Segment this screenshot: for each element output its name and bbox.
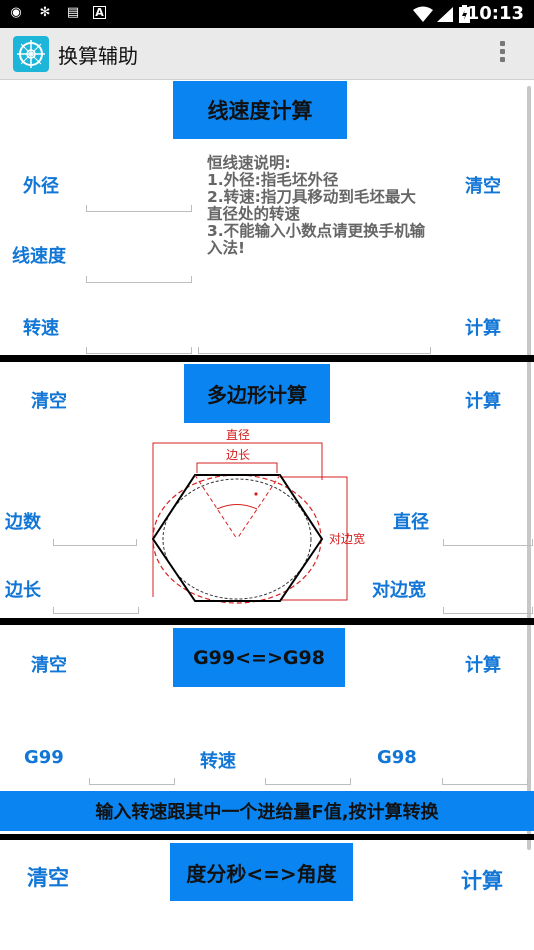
settings-icon: ✻ <box>39 5 51 20</box>
overflow-menu-icon[interactable] <box>496 41 508 67</box>
g99-input[interactable] <box>89 778 175 785</box>
diagram-across-text: 对边宽 <box>329 531 365 546</box>
across-flats-label: 对边宽 <box>372 580 426 601</box>
status-bar: ◉ ✻ ▤ A 10:13 <box>0 0 534 28</box>
sides-label: 边数 <box>5 512 41 533</box>
message-icon: ▤ <box>66 5 80 20</box>
g99-label: G99 <box>24 747 64 768</box>
wifi-icon <box>413 6 433 22</box>
linear-speed-input[interactable] <box>86 276 192 283</box>
g98-input[interactable] <box>442 778 528 785</box>
linear-speed-label: 线速度 <box>12 246 66 267</box>
diameter-label: 直径 <box>393 512 429 533</box>
linear-speed-note: 恒线速说明: 1.外径:指毛坯外径 2.转速:指刀具移动到毛坯最大直径处的转速 … <box>207 154 426 257</box>
dms-calc-button[interactable]: 计算 <box>461 865 503 895</box>
outer-diameter-input[interactable] <box>86 205 192 212</box>
side-length-input[interactable] <box>53 607 139 614</box>
diagram-side-text: 边长 <box>226 448 250 462</box>
polygon-diagram: 直径 边长 对边宽 <box>151 428 365 604</box>
g99-calc-button[interactable]: 计算 <box>465 651 501 677</box>
across-flats-input[interactable] <box>443 607 533 614</box>
g-rpm-label: 转速 <box>200 751 236 772</box>
side-length-label: 边长 <box>5 580 41 601</box>
signal-icon <box>437 7 453 22</box>
section-divider <box>0 618 534 625</box>
a-icon: A <box>93 6 106 19</box>
linear-speed-calc-button[interactable]: 计算 <box>465 314 501 340</box>
polygon-calc-button[interactable]: 计算 <box>465 387 501 413</box>
linear-speed-clear-button[interactable]: 清空 <box>465 172 501 198</box>
scrollbar[interactable] <box>527 86 531 850</box>
whatsapp-like-icon: ◉ <box>10 5 22 20</box>
diagram-diameter-text: 直径 <box>226 428 250 442</box>
sides-input[interactable] <box>53 539 137 546</box>
note-field <box>198 347 431 354</box>
linear-speed-title: 线速度计算 <box>173 81 347 139</box>
clock: 10:13 <box>466 3 524 24</box>
rpm-label: 转速 <box>23 318 59 339</box>
dms-title: 度分秒<=>角度 <box>170 843 353 901</box>
diameter-input[interactable] <box>443 539 533 546</box>
app-compass-icon <box>13 36 49 72</box>
section-divider <box>0 834 534 840</box>
section-divider <box>0 355 534 362</box>
g99-g98-title: G99<=>G98 <box>173 628 345 687</box>
outer-diameter-label: 外径 <box>23 176 59 197</box>
g99-clear-button[interactable]: 清空 <box>31 651 67 677</box>
app-title: 换算辅助 <box>58 44 138 68</box>
polygon-title: 多边形计算 <box>184 364 330 423</box>
polygon-clear-button[interactable]: 清空 <box>31 387 67 413</box>
dms-clear-button[interactable]: 清空 <box>27 862 69 892</box>
g99-hint-banner: 输入转速跟其中一个进给量F值,按计算转换 <box>0 791 534 831</box>
g-rpm-input[interactable] <box>265 778 351 785</box>
rpm-input[interactable] <box>86 347 192 354</box>
g98-label: G98 <box>377 747 417 768</box>
